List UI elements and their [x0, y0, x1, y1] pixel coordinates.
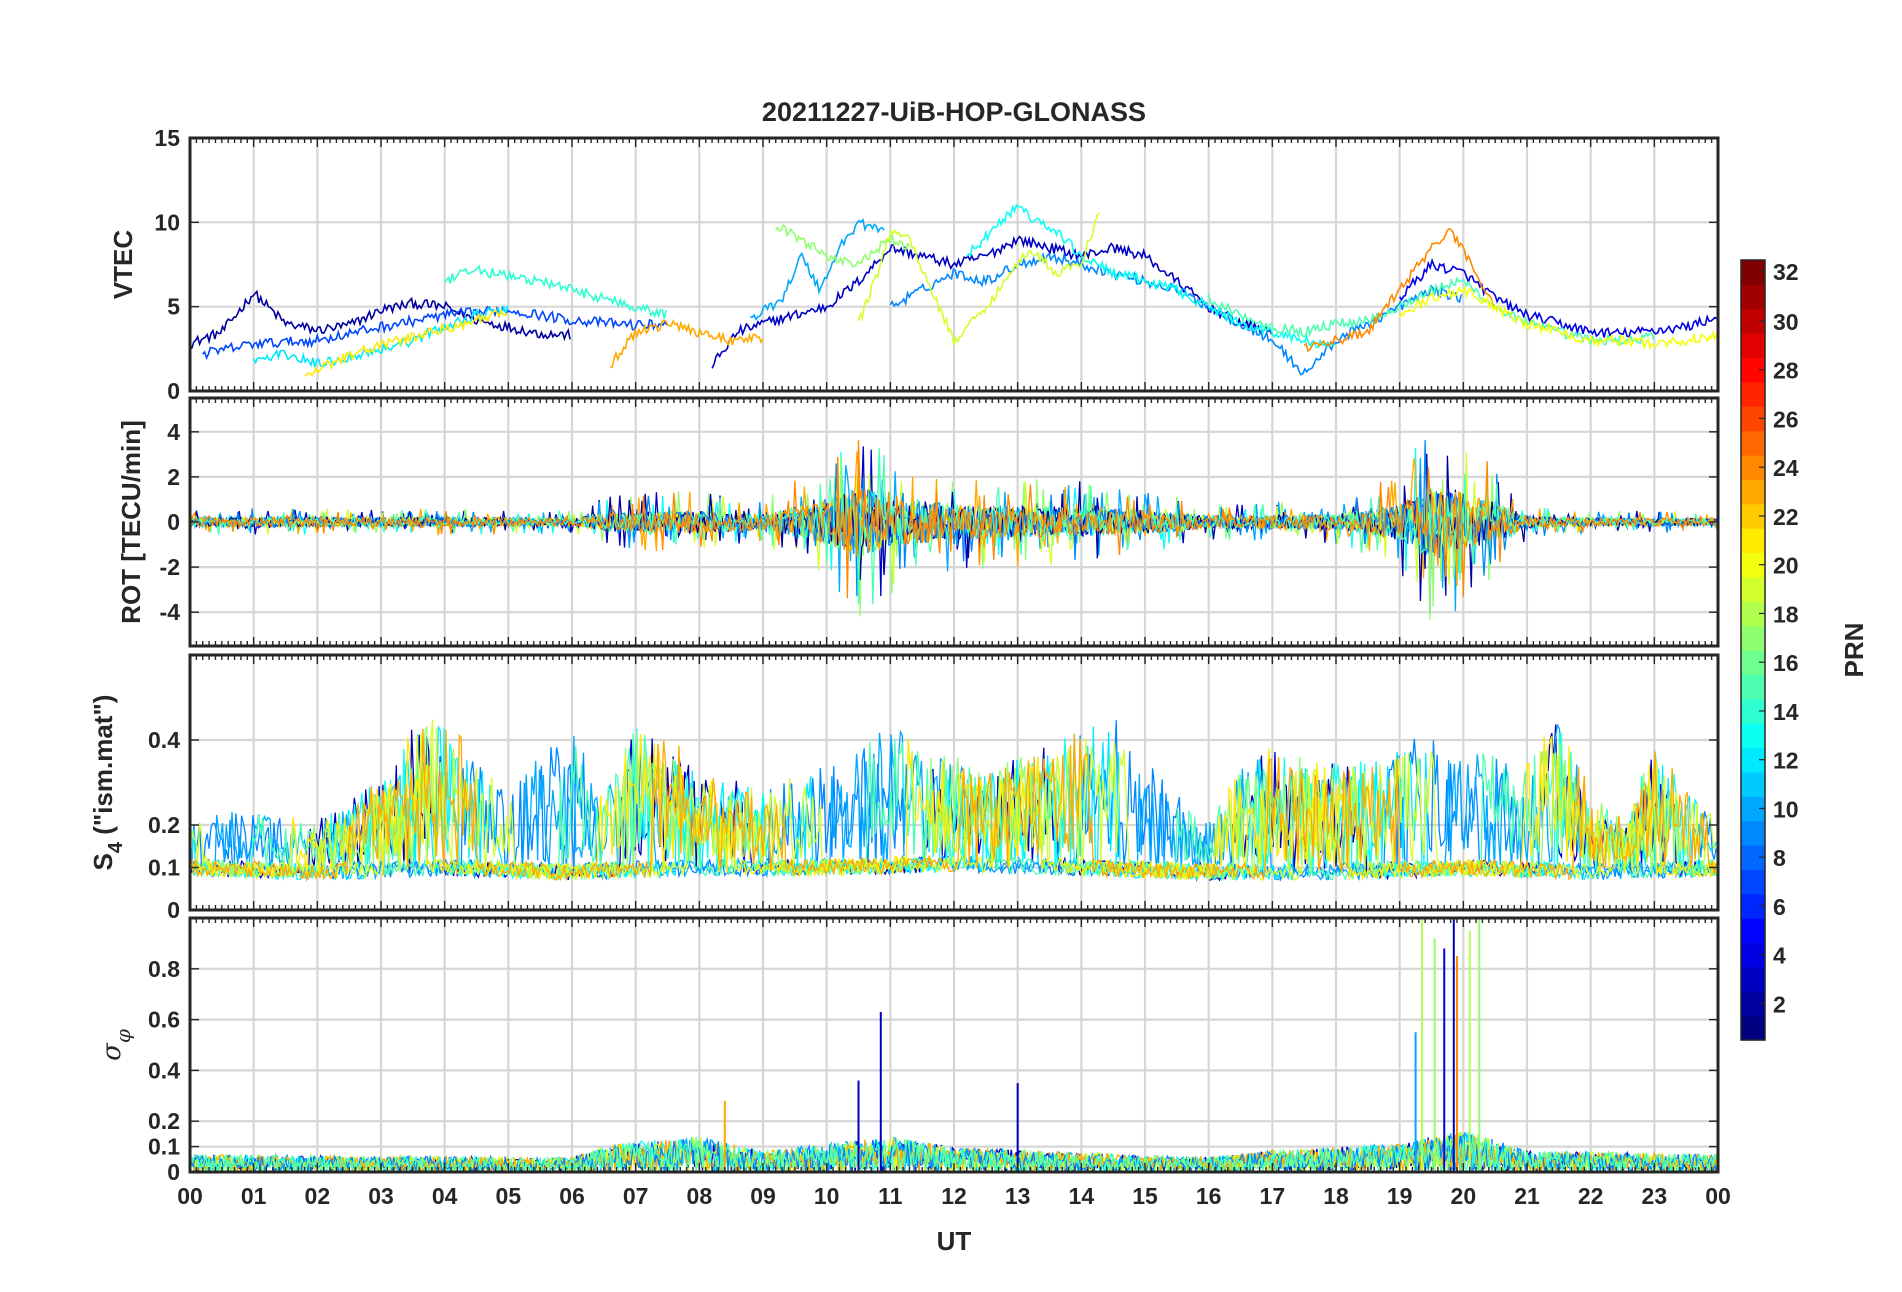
colorbar-tick-label: 6 [1773, 894, 1786, 920]
y-axis-label-s4: S4 ("ism.mat") [88, 695, 127, 871]
colorbar-band [1741, 674, 1765, 700]
y-tick-label-rot: 4 [167, 419, 180, 445]
colorbar-band [1741, 1015, 1765, 1041]
panel-vtec: 0 5 10 15 VTEC [108, 125, 1720, 404]
colorbar-tick-label: 16 [1773, 650, 1799, 676]
colorbar-band [1741, 260, 1765, 285]
colorbar-band [1741, 381, 1765, 407]
colorbar-tick-label: 22 [1773, 504, 1799, 530]
figure: 20211227-UiB-HOP-GLONASS 051015VTEC-4-20… [88, 97, 1869, 1256]
colorbar-band [1741, 333, 1765, 359]
colorbar-band [1741, 479, 1765, 505]
y-tick-label-s4: 0.4 [148, 727, 180, 753]
x-tick-label: 19 [1387, 1183, 1413, 1209]
y-tick-label-s4: 0 [167, 897, 180, 923]
x-tick-label: 22 [1578, 1183, 1604, 1209]
colorbar-band [1741, 966, 1765, 992]
y-tick-label-vtec: 10 [154, 209, 180, 235]
y-tick-label-vtec: 5 [167, 294, 180, 320]
colorbar-tick-label: 10 [1773, 796, 1799, 822]
y-tick-label-vtec: 0 [167, 378, 180, 404]
x-tick-label: 14 [1069, 1183, 1095, 1209]
x-tick-label: 17 [1260, 1183, 1286, 1209]
colorbar-tick-label: 12 [1773, 748, 1799, 774]
x-tick-label: 10 [814, 1183, 840, 1209]
colorbar-tick-label: 4 [1773, 943, 1786, 969]
colorbar-band [1741, 820, 1765, 846]
colorbar-tick-label: 26 [1773, 406, 1799, 432]
colorbar-tick-label: 30 [1773, 309, 1799, 335]
y-tick-label-rot: -2 [160, 554, 180, 580]
y-tick-label-sigma: 0.2 [148, 1108, 180, 1134]
colorbar-tick-label: 8 [1773, 845, 1786, 871]
vtec-series-prn-21 [304, 308, 508, 377]
colorbar-band [1741, 869, 1765, 895]
colorbar-band [1741, 528, 1765, 554]
x-tick-label: 02 [305, 1183, 331, 1209]
x-tick-labels: 00 01 02 03 04 05 06 07 08 09 10 11 12 13 14 15 16 17 18 19… [177, 1183, 1731, 1209]
x-tick-label: 05 [496, 1183, 522, 1209]
colorbar-tick-label: 14 [1773, 699, 1799, 725]
x-tick-label: 04 [432, 1183, 458, 1209]
y-tick-label-rot: -4 [160, 599, 181, 625]
x-tick-label: 13 [1005, 1183, 1031, 1209]
x-tick-label: 15 [1132, 1183, 1158, 1209]
x-tick-label: 16 [1196, 1183, 1222, 1209]
x-tick-label: 09 [750, 1183, 776, 1209]
y-tick-label-sigma: 0.8 [148, 956, 180, 982]
colorbar: 2468101214161820222426283032PRN [1740, 259, 1869, 1041]
colorbar-tick-label: 2 [1773, 991, 1786, 1017]
y-tick-label-sigma: 0.6 [148, 1007, 180, 1033]
colorbar-band [1741, 918, 1765, 944]
y-axis-label-sigma: σφ [97, 1029, 135, 1061]
y-axis-label-vtec: VTEC [108, 230, 138, 300]
x-tick-label: 12 [941, 1183, 967, 1209]
x-tick-label: 23 [1642, 1183, 1668, 1209]
y-tick-label-vtec: 15 [154, 125, 180, 151]
y-axis-label-rot: ROT [TECU/min] [116, 420, 146, 624]
x-axis-label: UT [937, 1226, 972, 1256]
colorbar-tick-label: 28 [1773, 358, 1799, 384]
panel-s4: 0 0.1 0.2 0.4 S4 ("ism.mat") [88, 653, 1720, 923]
vtec-series-prn-9 [889, 251, 1463, 376]
y-tick-label-s4: 0.1 [148, 855, 180, 881]
vtec-series-prn-19 [857, 212, 1100, 346]
grid-sigma [190, 918, 1718, 1174]
x-tick-label: 20 [1451, 1183, 1477, 1209]
colorbar-tick-label: 24 [1773, 455, 1799, 481]
colorbar-band [1741, 430, 1765, 456]
colorbar-tick-label: 32 [1773, 259, 1799, 285]
x-tick-label: 01 [241, 1183, 267, 1209]
y-tick-label-s4: 0.2 [148, 812, 180, 838]
x-tick-label: 18 [1323, 1183, 1349, 1209]
x-tick-label: 00 [1705, 1183, 1731, 1209]
x-tick-label: 08 [687, 1183, 713, 1209]
x-tick-label: 11 [878, 1183, 903, 1209]
x-tick-label: 03 [368, 1183, 394, 1209]
y-tick-label-sigma: 0 [167, 1159, 180, 1185]
x-tick-label: 21 [1514, 1183, 1540, 1209]
colorbar-tick-label: 18 [1773, 601, 1799, 627]
vtec-series-prn-3 [711, 235, 1273, 369]
colorbar-band [1741, 723, 1765, 749]
panel-sigma: 00.10.2 0.4 0.6 0.8 σφ [97, 916, 1720, 1185]
x-tick-label: 00 [177, 1183, 203, 1209]
panel-rot: -4 -2 0 2 4 ROT [TECU/min] [116, 396, 1720, 648]
colorbar-band [1741, 625, 1765, 651]
y-tick-label-sigma: 0.4 [148, 1057, 180, 1083]
panels-group: 051015VTEC-4-2024ROT [TECU/min]00.10.20.… [88, 125, 1731, 1209]
colorbar-tick-label: 20 [1773, 553, 1799, 579]
colorbar-band [1741, 284, 1765, 310]
colorbar-band [1741, 771, 1765, 797]
vtec-series-prn-13 [966, 203, 1336, 349]
y-tick-label-rot: 2 [167, 464, 180, 490]
y-tick-label-sigma: 0.1 [148, 1134, 180, 1160]
chart-title: 20211227-UiB-HOP-GLONASS [762, 97, 1146, 127]
x-tick-label: 07 [623, 1183, 649, 1209]
x-tick-label: 06 [559, 1183, 585, 1209]
colorbar-band [1741, 576, 1765, 602]
y-tick-label-rot: 0 [167, 509, 180, 535]
colorbar-label: PRN [1839, 623, 1869, 678]
